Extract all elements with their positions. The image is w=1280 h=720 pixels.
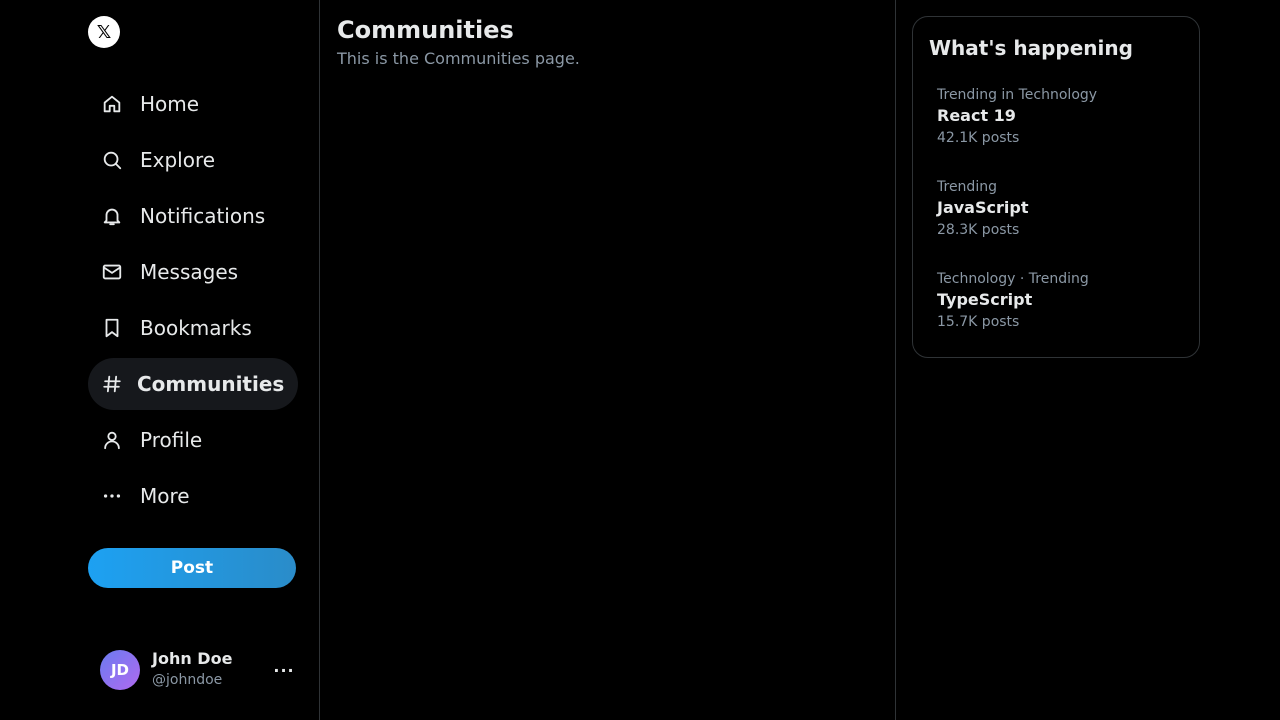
mail-icon: [100, 260, 124, 284]
trend-item[interactable]: Trending in Technology React 19 42.1K po…: [937, 86, 1187, 156]
page-description: This is the Communities page.: [337, 49, 580, 68]
trend-context: Trending: [937, 179, 997, 195]
bookmark-icon: [100, 316, 124, 340]
trend-name: React 19: [937, 106, 1016, 125]
user-icon: [100, 428, 124, 452]
primary-nav: Home Explore Notifications Messages Book…: [88, 78, 298, 526]
bell-icon: [100, 204, 124, 228]
nav-label-profile: Profile: [140, 428, 203, 452]
hash-icon: [100, 372, 124, 396]
app: 𝕏 Home Explore Notifications Messages Bo…: [0, 0, 1280, 720]
nav-label-communities: Communities: [137, 372, 285, 396]
account-more-icon[interactable]: ···: [272, 661, 296, 680]
account-handle: @johndoe: [152, 672, 223, 688]
nav-label-explore: Explore: [140, 148, 216, 172]
nav-item-communities[interactable]: Communities: [88, 358, 298, 410]
account-switcher[interactable]: JD John Doe @johndoe ···: [100, 648, 296, 692]
nav-item-profile[interactable]: Profile: [88, 414, 298, 466]
nav-label-bookmarks: Bookmarks: [140, 316, 252, 340]
nav-label-more: More: [140, 484, 190, 508]
page-title: Communities: [337, 16, 514, 44]
nav-label-home: Home: [140, 92, 200, 116]
x-logo-icon[interactable]: 𝕏: [88, 16, 120, 48]
trend-context: Technology · Trending: [937, 271, 1089, 287]
left-sidebar: 𝕏 Home Explore Notifications Messages Bo…: [0, 0, 320, 720]
trend-context: Trending in Technology: [937, 87, 1098, 103]
nav-label-notifications: Notifications: [140, 204, 266, 228]
account-name: John Doe: [152, 649, 233, 668]
trends-title: What's happening: [929, 36, 1133, 60]
post-button[interactable]: Post: [88, 548, 296, 588]
trend-item[interactable]: Technology · Trending TypeScript 15.7K p…: [937, 270, 1187, 340]
nav-item-notifications[interactable]: Notifications: [88, 190, 298, 242]
search-icon: [100, 148, 124, 172]
more-dots-icon: [100, 484, 124, 508]
nav-item-home[interactable]: Home: [88, 78, 298, 130]
trend-name: JavaScript: [937, 198, 1029, 217]
nav-item-more[interactable]: More: [88, 470, 298, 522]
trend-item[interactable]: Trending JavaScript 28.3K posts: [937, 178, 1187, 248]
main-column: Communities This is the Communities page…: [320, 0, 896, 720]
trend-name: TypeScript: [937, 290, 1033, 309]
nav-item-bookmarks[interactable]: Bookmarks: [88, 302, 298, 354]
home-icon: [100, 92, 124, 116]
nav-label-messages: Messages: [140, 260, 239, 284]
trend-post-count: 15.7K posts: [937, 314, 1020, 330]
avatar: JD: [100, 650, 140, 690]
nav-item-messages[interactable]: Messages: [88, 246, 298, 298]
trend-post-count: 28.3K posts: [937, 222, 1020, 238]
trends-panel: What's happening Trending in Technology …: [912, 16, 1200, 358]
nav-item-explore[interactable]: Explore: [88, 134, 298, 186]
account-info: John Doe @johndoe: [152, 649, 272, 691]
trend-post-count: 42.1K posts: [937, 130, 1020, 146]
